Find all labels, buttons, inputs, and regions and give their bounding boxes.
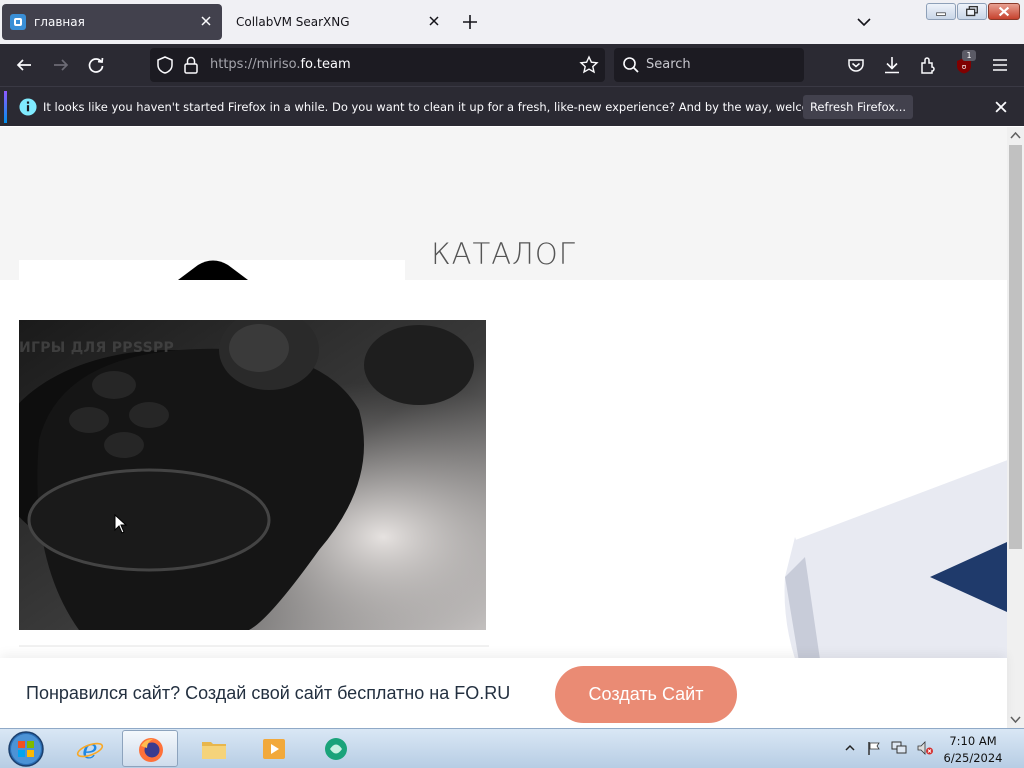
gamepad-photo bbox=[19, 320, 486, 630]
notification-accent bbox=[4, 91, 7, 123]
tab-label: CollabVM SearXNG bbox=[236, 15, 350, 29]
vertical-scrollbar[interactable] bbox=[1007, 127, 1024, 728]
close-window-button[interactable] bbox=[988, 3, 1020, 20]
back-icon[interactable] bbox=[13, 54, 35, 76]
notification-message: It looks like you haven't started Firefo… bbox=[43, 100, 863, 114]
clock-date[interactable]: 6/25/2024 bbox=[940, 751, 1006, 765]
flag-icon[interactable] bbox=[866, 740, 882, 756]
url-domain: fo.team bbox=[300, 57, 351, 72]
url-text[interactable]: https://miriso.fo.team bbox=[210, 57, 351, 72]
minimize-button[interactable] bbox=[926, 3, 956, 20]
taskbar: e 7:10 AM 6/25/2024 bbox=[0, 728, 1024, 768]
url-bar[interactable]: https://miriso.fo.team bbox=[150, 48, 605, 82]
volume-muted-icon[interactable] bbox=[916, 740, 934, 756]
media-player-icon[interactable] bbox=[246, 730, 302, 767]
card-divider bbox=[19, 645, 489, 647]
mouse-cursor-icon bbox=[114, 514, 128, 534]
menu-icon[interactable] bbox=[989, 54, 1011, 76]
site-favicon-icon bbox=[10, 14, 26, 30]
show-hidden-icons-icon[interactable] bbox=[845, 743, 855, 753]
download-icon[interactable] bbox=[881, 54, 903, 76]
forward-icon[interactable] bbox=[50, 54, 72, 76]
arrow-up-icon bbox=[178, 260, 248, 280]
lock-icon[interactable] bbox=[180, 54, 202, 76]
shield-icon[interactable] bbox=[154, 54, 176, 76]
tab-home[interactable]: главная bbox=[2, 4, 222, 40]
info-icon bbox=[17, 96, 37, 116]
pocket-icon[interactable] bbox=[845, 54, 867, 76]
refresh-firefox-button[interactable]: Refresh Firefox... bbox=[803, 95, 913, 119]
extension-badge: 1 bbox=[962, 50, 976, 61]
search-input[interactable]: Search bbox=[614, 48, 804, 82]
page-content: КАТАЛОГ ИГРЫ ДЛЯ PPSSPP bbox=[0, 127, 1007, 728]
tab-label: главная bbox=[34, 15, 85, 29]
tab-strip: главная CollabVM SearXNG bbox=[0, 0, 1024, 44]
screen: главная CollabVM SearXNG https://miriso.… bbox=[0, 0, 1024, 768]
clock-time[interactable]: 7:10 AM bbox=[940, 734, 1006, 748]
close-icon[interactable] bbox=[990, 96, 1008, 114]
navigation-toolbar: https://miriso.fo.team Search ʊ 1 bbox=[0, 44, 1024, 86]
search-icon bbox=[620, 54, 642, 76]
close-tab-icon[interactable] bbox=[198, 13, 214, 29]
promo-banner: Понравился сайт? Создай свой сайт беспла… bbox=[0, 658, 1007, 728]
firefox-icon[interactable] bbox=[122, 730, 178, 767]
app-icon[interactable] bbox=[308, 730, 364, 767]
create-site-button[interactable]: Создать Сайт bbox=[555, 666, 737, 723]
close-tab-icon[interactable] bbox=[426, 13, 442, 29]
svg-text:e: e bbox=[82, 735, 97, 763]
scroll-up-icon[interactable] bbox=[1010, 130, 1021, 141]
svg-text:ʊ: ʊ bbox=[962, 63, 966, 71]
search-placeholder: Search bbox=[646, 57, 691, 72]
internet-explorer-icon[interactable]: e bbox=[62, 730, 118, 767]
new-tab-icon[interactable] bbox=[460, 12, 480, 32]
notification-bar: It looks like you haven't started Firefo… bbox=[0, 86, 1024, 126]
explorer-icon[interactable] bbox=[186, 730, 242, 767]
scroll-thumb[interactable] bbox=[1009, 145, 1022, 549]
chevron-down-icon[interactable] bbox=[854, 12, 874, 32]
promo-text: Понравился сайт? Создай свой сайт беспла… bbox=[26, 683, 511, 703]
catalog-card[interactable]: ИГРЫ ДЛЯ PPSSPP bbox=[19, 320, 486, 630]
network-icon[interactable] bbox=[890, 740, 908, 756]
start-button[interactable] bbox=[6, 730, 46, 768]
restore-button[interactable] bbox=[957, 3, 987, 20]
card-label[interactable]: ИГРЫ ДЛЯ PPSSPP bbox=[19, 340, 174, 356]
tab-searxng[interactable]: CollabVM SearXNG bbox=[226, 4, 450, 40]
url-prefix: https://miriso. bbox=[210, 57, 301, 72]
scroll-down-icon[interactable] bbox=[1010, 714, 1021, 725]
extensions-icon[interactable] bbox=[917, 54, 939, 76]
reload-icon[interactable] bbox=[85, 54, 107, 76]
bookmark-star-icon[interactable] bbox=[578, 54, 600, 76]
